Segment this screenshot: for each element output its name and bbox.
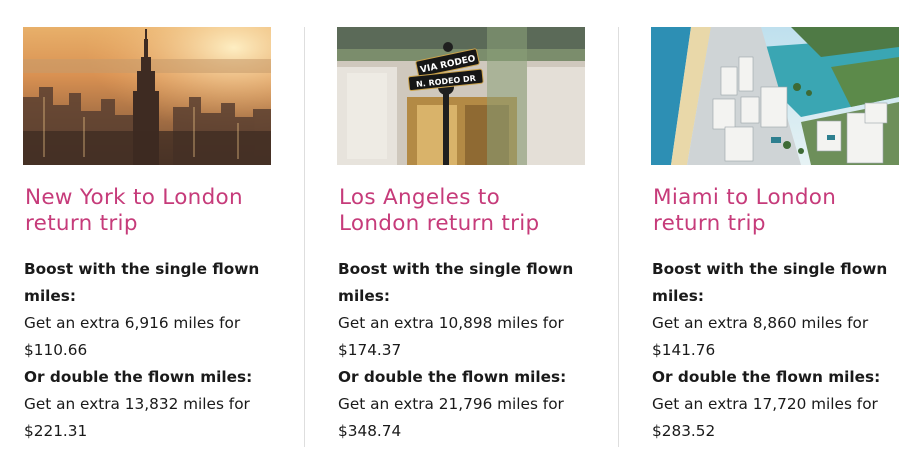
offer-title[interactable]: New York to London return trip <box>25 185 283 237</box>
double-miles-heading: Or double the flown miles: <box>652 368 881 386</box>
title-line-2[interactable]: return trip <box>25 211 138 236</box>
new-york-skyline-image[interactable] <box>23 27 271 165</box>
single-miles-text: Get an extra 8,860 miles for <box>652 314 869 332</box>
double-miles-price: $283.52 <box>652 422 716 440</box>
offer-card-new-york[interactable]: New York to London return trip Boost wit… <box>23 27 283 445</box>
title-line-2[interactable]: London return trip <box>339 211 540 236</box>
card-divider <box>304 27 305 447</box>
offer-details: Boost with the single flown miles: Get an… <box>24 256 284 445</box>
title-line-2[interactable]: return trip <box>653 211 766 236</box>
double-miles-heading: Or double the flown miles: <box>24 368 253 386</box>
single-miles-text: Get an extra 10,898 miles for <box>338 314 564 332</box>
single-miles-heading-line-1: Boost with the single flown <box>24 260 260 278</box>
single-miles-price: $110.66 <box>24 341 88 359</box>
title-line-1[interactable]: Miami to London <box>653 185 836 210</box>
single-miles-price: $141.76 <box>652 341 716 359</box>
title-line-1[interactable]: New York to London <box>25 185 243 210</box>
card-divider <box>618 27 619 447</box>
double-miles-heading: Or double the flown miles: <box>338 368 567 386</box>
rodeo-drive-sign-image[interactable]: VIA RODEO N. RODEO DR <box>337 27 585 165</box>
single-miles-heading-line-2: miles: <box>24 287 77 305</box>
double-miles-text: Get an extra 13,832 miles for <box>24 395 250 413</box>
double-miles-price: $221.31 <box>24 422 88 440</box>
offer-cards: New York to London return trip Boost wit… <box>0 0 924 464</box>
double-miles-text: Get an extra 21,796 miles for <box>338 395 564 413</box>
miami-beach-aerial-image[interactable] <box>651 27 899 165</box>
offer-title[interactable]: Miami to London return trip <box>653 185 911 237</box>
single-miles-price: $174.37 <box>338 341 402 359</box>
single-miles-heading-line-1: Boost with the single flown <box>338 260 574 278</box>
double-miles-text: Get an extra 17,720 miles for <box>652 395 878 413</box>
title-line-1[interactable]: Los Angeles to <box>339 185 500 210</box>
double-miles-price: $348.74 <box>338 422 402 440</box>
offer-card-los-angeles[interactable]: VIA RODEO N. RODEO DR Los Angeles to Lon… <box>337 27 597 445</box>
single-miles-heading-line-2: miles: <box>652 287 705 305</box>
offer-details: Boost with the single flown miles: Get an… <box>652 256 912 445</box>
single-miles-heading-line-1: Boost with the single flown <box>652 260 888 278</box>
offer-card-miami[interactable]: Miami to London return trip Boost with t… <box>651 27 911 445</box>
single-miles-text: Get an extra 6,916 miles for <box>24 314 241 332</box>
single-miles-heading-line-2: miles: <box>338 287 391 305</box>
offer-details: Boost with the single flown miles: Get an… <box>338 256 598 445</box>
offer-title[interactable]: Los Angeles to London return trip <box>339 185 597 237</box>
